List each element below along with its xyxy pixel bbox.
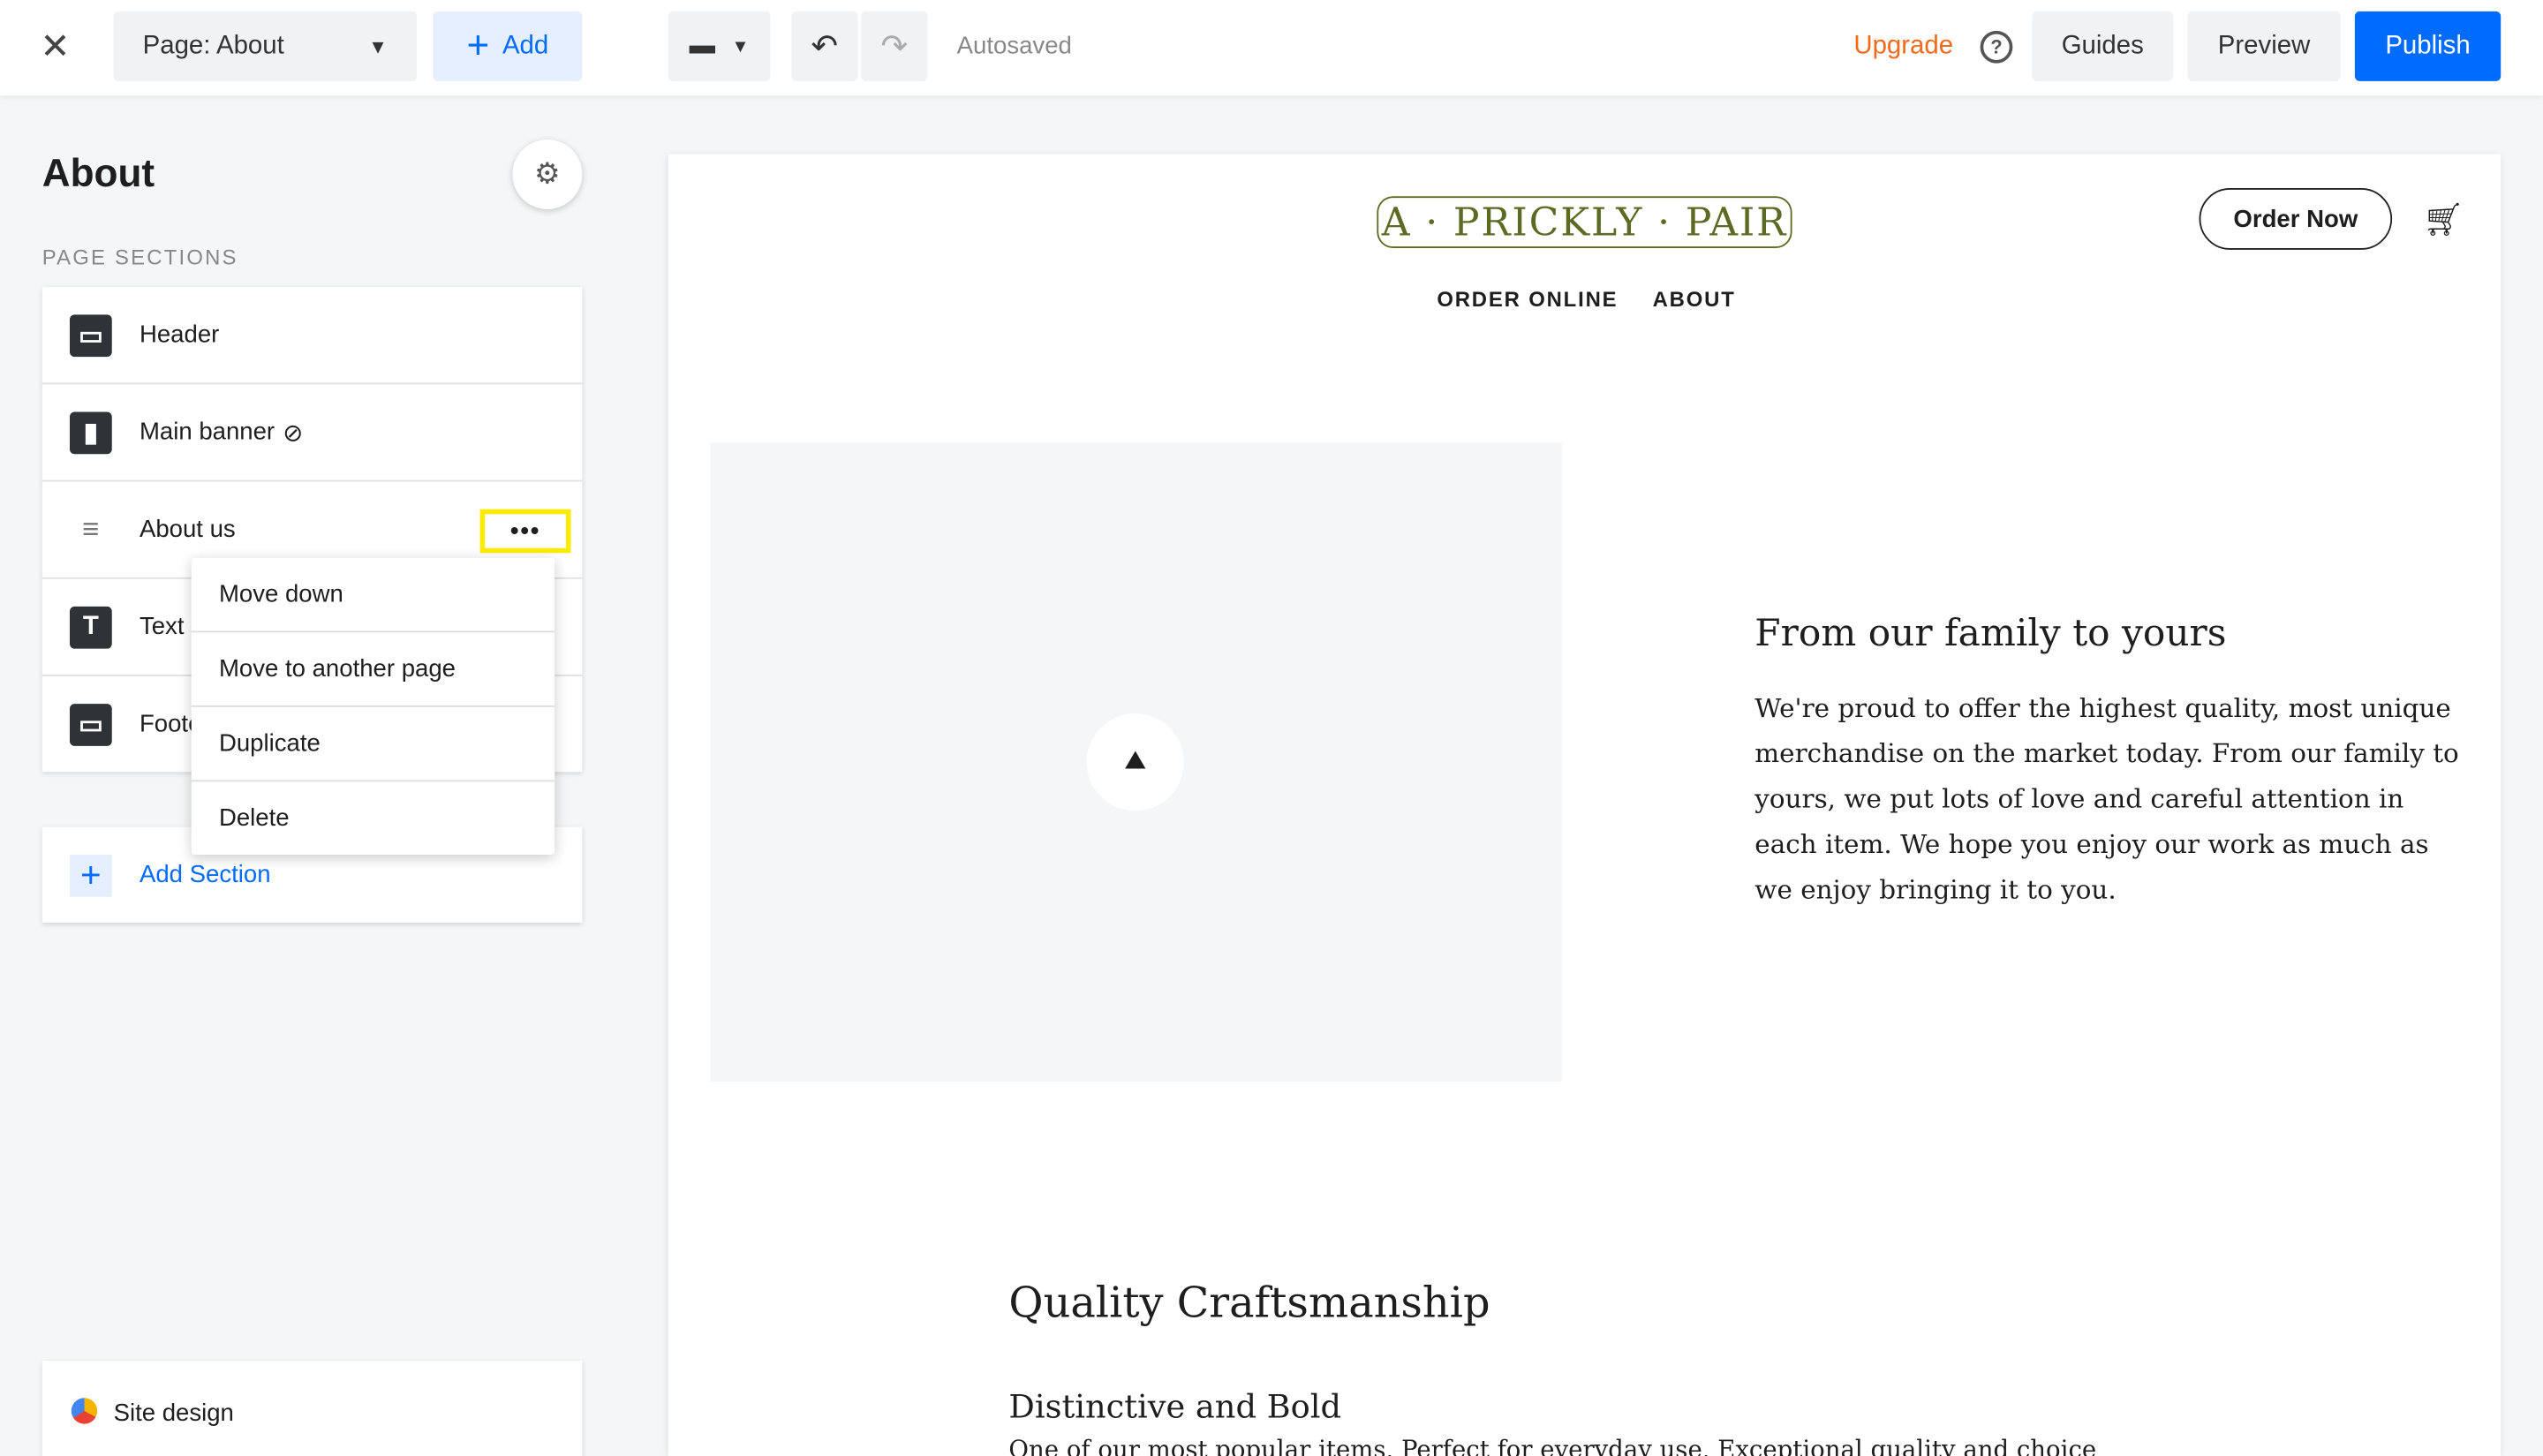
hidden-eye-icon[interactable]: ⊘ bbox=[283, 418, 303, 447]
section-label: Header bbox=[139, 321, 220, 349]
about-heading: From our family to yours bbox=[1754, 613, 2227, 656]
site-design-label: Site design bbox=[113, 1399, 234, 1428]
item-body: One of our most popular items. Perfect f… bbox=[1008, 1435, 2097, 1456]
about-body: We're proud to offer the highest quality… bbox=[1754, 692, 2459, 905]
site-logo[interactable]: A · PRICKLY · PAIR bbox=[1377, 196, 1792, 249]
image-icon: ⛰ bbox=[1086, 713, 1184, 811]
ellipsis-icon: ••• bbox=[509, 517, 541, 546]
section-label: PAGE SECTIONS bbox=[42, 245, 238, 269]
publish-button[interactable]: Publish bbox=[2354, 11, 2501, 81]
section-heading: Quality Craftsmanship bbox=[1008, 1279, 1490, 1329]
redo-icon: ↷ bbox=[880, 29, 909, 65]
menu-item-delete[interactable]: Delete bbox=[192, 781, 555, 855]
section-item-header[interactable]: ▭ Header bbox=[42, 287, 583, 385]
cart-icon[interactable]: 🛒︎ bbox=[2423, 200, 2464, 240]
bookmark-icon: ▮ bbox=[69, 411, 112, 454]
close-icon[interactable]: ✕ bbox=[29, 23, 81, 72]
menu-item-duplicate[interactable]: Duplicate bbox=[191, 707, 555, 782]
guides-button[interactable]: Guides bbox=[2032, 11, 2174, 81]
section-label: Main banner bbox=[139, 418, 275, 447]
page-settings-button[interactable]: ⚙ bbox=[512, 139, 583, 209]
plus-icon: + bbox=[466, 23, 490, 68]
text-icon: T bbox=[69, 606, 112, 648]
undo-button[interactable]: ↶ bbox=[791, 11, 858, 81]
undo-icon: ↶ bbox=[811, 29, 839, 65]
caret-down-icon: ▼ bbox=[368, 34, 388, 58]
section-label: About us bbox=[139, 516, 236, 544]
footer-icon: ▭ bbox=[69, 703, 112, 745]
top-toolbar: ✕ Page: About ▼ + Add ▬ ▼ ↶ ↷ Autosaved Upg… bbox=[0, 0, 2543, 96]
site-preview: A · PRICKLY · PAIR Order Now 🛒︎ ORDER ON… bbox=[668, 154, 2501, 1456]
page-select[interactable]: Page: About ▼ bbox=[113, 11, 418, 81]
gear-icon: ⚙ bbox=[534, 157, 561, 190]
preview-button[interactable]: Preview bbox=[2187, 11, 2341, 81]
caret-down-icon: ▼ bbox=[731, 36, 750, 57]
device-select[interactable]: ▬ ▼ bbox=[668, 11, 771, 81]
page-select-label: Page: About bbox=[142, 31, 284, 60]
section-label: Text bbox=[139, 613, 185, 641]
redo-button[interactable]: ↷ bbox=[861, 11, 928, 81]
drag-handle-icon[interactable]: ≡ bbox=[70, 512, 112, 547]
section-item-main-banner[interactable]: ▮ Main banner ⊘ bbox=[42, 384, 583, 482]
palette-icon bbox=[71, 1398, 98, 1424]
autosaved-status: Autosaved bbox=[956, 32, 1072, 60]
add-button[interactable]: + Add bbox=[433, 11, 583, 81]
site-design-button[interactable]: Site design bbox=[42, 1360, 583, 1456]
item-heading: Distinctive and Bold bbox=[1008, 1386, 1342, 1426]
help-icon[interactable]: ? bbox=[1980, 30, 2013, 64]
image-placeholder[interactable]: ⛰ bbox=[710, 442, 1562, 1083]
nav-order-online[interactable]: ORDER ONLINE bbox=[1437, 287, 1618, 312]
menu-item-move-down[interactable]: Move down bbox=[191, 558, 555, 633]
upgrade-link[interactable]: Upgrade bbox=[1853, 33, 1953, 62]
section-context-menu: Move down Move to another page Duplicate… bbox=[191, 557, 555, 855]
more-options-button[interactable]: ••• bbox=[479, 509, 571, 554]
menu-item-move-to-page[interactable]: Move to another page bbox=[191, 632, 555, 707]
desktop-icon: ▬ bbox=[689, 31, 716, 60]
sidebar-title: About bbox=[42, 152, 155, 197]
add-label: Add bbox=[502, 31, 549, 60]
plus-icon: + bbox=[69, 854, 112, 896]
nav-about[interactable]: ABOUT bbox=[1653, 287, 1736, 312]
header-icon: ▭ bbox=[69, 313, 112, 357]
add-section-label: Add Section bbox=[139, 861, 271, 889]
logo-text: A · PRICKLY · PAIR bbox=[1381, 199, 1788, 245]
order-now-button[interactable]: Order Now bbox=[2199, 188, 2393, 250]
